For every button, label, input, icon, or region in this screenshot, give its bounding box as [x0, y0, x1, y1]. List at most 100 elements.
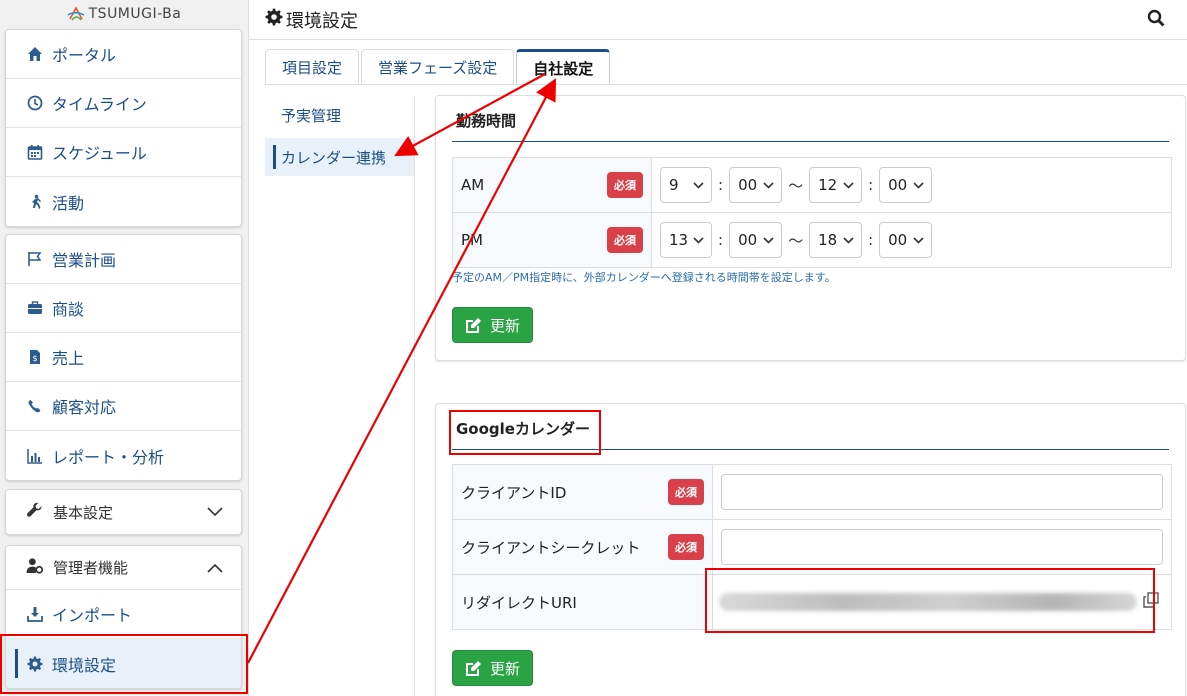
gear-icon: [265, 8, 286, 31]
client-secret-label-cell: クライアントシークレット 必須: [452, 519, 713, 575]
nav-label: ポータル: [52, 46, 117, 65]
nav-label: レポート・分析: [52, 447, 165, 467]
work-hours-table: AM 必須 9 : 00 〜 12 : 00 PM 必須 13: 00 〜 1…: [452, 157, 1172, 268]
client-id-label: クライアントID: [461, 483, 567, 502]
select-value: 00: [888, 176, 908, 194]
am-start-minute-select[interactable]: 00: [729, 167, 783, 203]
nav-label: 商談: [52, 300, 85, 319]
nav-label: タイムライン: [52, 95, 147, 114]
nav-item-portal[interactable]: ポータル: [6, 30, 241, 79]
chevron-down-icon: [843, 181, 854, 189]
nav-label: 売上: [52, 349, 85, 368]
wrench-icon: [26, 502, 53, 523]
redirect-uri-label-cell: リダイレクトURI: [452, 574, 713, 630]
logo-icon: [67, 6, 85, 21]
nav-item-reports[interactable]: レポート・分析: [6, 431, 241, 480]
chart-icon: [26, 447, 44, 465]
select-value: 00: [738, 231, 758, 249]
basic-settings-toggle[interactable]: 基本設定: [6, 490, 241, 534]
select-value: 13: [669, 231, 689, 249]
download-icon: [26, 605, 44, 623]
pm-end-minute-select[interactable]: 00: [879, 222, 933, 258]
table-row: AM 必須 9 : 00 〜 12 : 00: [452, 157, 1172, 213]
invoice-icon: $: [26, 348, 44, 366]
clock-icon: [26, 94, 44, 112]
annotation-box-environment-settings: [0, 634, 248, 694]
nav-item-import[interactable]: インポート: [6, 590, 241, 639]
nav-label: 活動: [52, 193, 85, 213]
time-separator: :: [718, 231, 724, 249]
page-title: 環境設定: [286, 10, 358, 32]
pm-end-hour-select[interactable]: 18: [809, 222, 863, 258]
time-separator: :: [718, 176, 724, 194]
pm-time-cell: 13 : 00 〜 18 : 00: [651, 212, 1172, 268]
select-value: 9: [669, 176, 679, 194]
pm-start-minute-select[interactable]: 00: [729, 222, 783, 258]
am-time-cell: 9 : 00 〜 12 : 00: [651, 157, 1172, 213]
table-row: クライアントシークレット 必須: [452, 519, 1172, 575]
am-end-minute-select[interactable]: 00: [879, 167, 933, 203]
nav-item-timeline[interactable]: タイムライン: [6, 79, 241, 128]
edit-icon: [466, 317, 481, 333]
nav-item-customer-support[interactable]: 顧客対応: [6, 382, 241, 431]
required-badge: 必須: [668, 534, 704, 560]
admin-toggle[interactable]: 管理者機能: [6, 546, 241, 590]
tab-sales-phase-settings[interactable]: 営業フェーズ設定: [361, 49, 515, 85]
google-calendar-update-button[interactable]: 更新: [452, 650, 534, 686]
chevron-down-icon: [693, 181, 704, 189]
nav-group-main: ポータル タイムライン スケジュール 活動: [5, 29, 242, 227]
time-separator: :: [868, 176, 874, 194]
select-value: 18: [818, 231, 838, 249]
search-icon[interactable]: [1147, 9, 1167, 29]
work-hours-update-button[interactable]: 更新: [452, 307, 534, 343]
subnav-calendar-integration[interactable]: カレンダー連携: [265, 138, 414, 176]
svg-text:$: $: [32, 354, 37, 363]
redirect-uri-label: リダイレクトURI: [461, 593, 577, 612]
am-label-cell: AM 必須: [452, 157, 652, 213]
nav-item-deals[interactable]: 商談: [6, 284, 241, 333]
tab-divider: [265, 84, 1187, 85]
work-hours-panel: 勤務時間 AM 必須 9 : 00 〜 12 : 00 PM 必須 13: 0…: [435, 95, 1186, 361]
client-secret-label: クライアントシークレット: [461, 538, 641, 557]
page-header: 環境設定: [249, 0, 1187, 40]
tab-item-settings[interactable]: 項目設定: [265, 49, 360, 85]
nav-item-sales-plan[interactable]: 営業計画: [6, 235, 241, 284]
chevron-down-icon: [763, 236, 774, 244]
calendar-icon: [26, 143, 44, 161]
button-label: 更新: [490, 659, 521, 678]
client-id-input[interactable]: [721, 474, 1163, 510]
nav-item-activity[interactable]: 活動: [6, 177, 241, 226]
table-row: クライアントID 必須: [452, 464, 1172, 520]
subnav-divider: [414, 96, 415, 696]
sidebar: TSUMUGI-Ba ポータル タイムライン スケジュール 活動 営業計画 商談: [0, 0, 248, 696]
table-row: PM 必須 13 : 00 〜 18 : 00: [452, 212, 1172, 268]
pm-start-hour-select[interactable]: 13: [660, 222, 712, 258]
required-badge: 必須: [668, 479, 704, 505]
subnav-budget-actual[interactable]: 予実管理: [265, 96, 414, 134]
edit-icon: [466, 660, 481, 676]
nav-label: インポート: [52, 606, 133, 625]
work-hours-help-text: 予定のAM／PM指定時に、外部カレンダーへ登録される時間帯を設定します。: [452, 271, 836, 284]
tab-company-settings[interactable]: 自社設定: [516, 49, 611, 85]
chevron-down-icon: [913, 236, 924, 244]
nav-item-schedule[interactable]: スケジュール: [6, 128, 241, 177]
chevron-down-icon: [843, 236, 854, 244]
chevron-down-icon: [763, 181, 774, 189]
client-secret-cell: [712, 519, 1172, 575]
select-value: 00: [738, 176, 758, 194]
flag-icon: [26, 250, 44, 268]
logo-text: TSUMUGI-Ba: [88, 6, 182, 22]
nav-group-sales: 営業計画 商談 $ 売上 顧客対応 レポート・分析: [5, 234, 242, 481]
am-start-hour-select[interactable]: 9: [660, 167, 712, 203]
pm-label: PM: [461, 231, 483, 249]
client-secret-input[interactable]: [721, 529, 1163, 565]
nav-item-revenue[interactable]: $ 売上: [6, 333, 241, 382]
chevron-down-icon: [913, 181, 924, 189]
am-end-hour-select[interactable]: 12: [809, 167, 863, 203]
time-separator: :: [868, 231, 874, 249]
logo[interactable]: TSUMUGI-Ba: [0, 0, 248, 28]
pm-label-cell: PM 必須: [452, 212, 652, 268]
required-badge: 必須: [607, 227, 643, 253]
button-label: 更新: [490, 316, 521, 335]
chevron-up-icon: [207, 559, 223, 577]
